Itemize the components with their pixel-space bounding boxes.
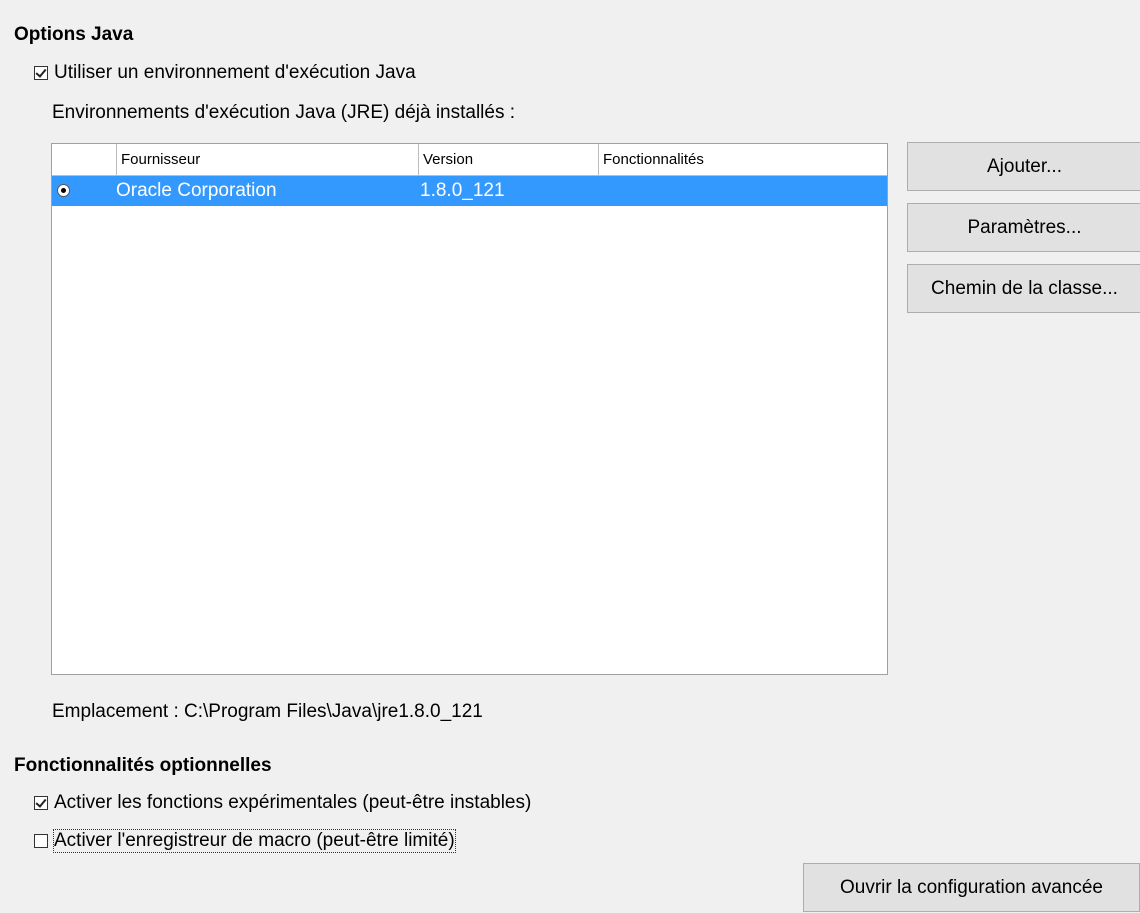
experimental-label[interactable]: Activer les fonctions expérimentales (pe… xyxy=(54,792,531,814)
use-jre-checkbox-row[interactable]: Utiliser un environnement d'exécution Ja… xyxy=(34,62,416,84)
table-row[interactable]: Oracle Corporation 1.8.0_121 xyxy=(52,176,887,206)
column-header-version[interactable]: Version xyxy=(418,144,598,175)
row-vendor: Oracle Corporation xyxy=(116,180,277,201)
row-version: 1.8.0_121 xyxy=(420,180,505,201)
experimental-checkbox-row[interactable]: Activer les fonctions expérimentales (pe… xyxy=(34,792,531,814)
macro-recorder-checkbox-row[interactable]: Activer l'enregistreur de macro (peut-êt… xyxy=(34,829,456,853)
add-button-label: Ajouter... xyxy=(987,155,1062,177)
location-label: Emplacement : C:\Program Files\Java\jre1… xyxy=(52,701,483,722)
column-header-vendor[interactable]: Fournisseur xyxy=(116,144,418,175)
installed-jre-label: Environnements d'exécution Java (JRE) dé… xyxy=(52,102,516,123)
column-header-select[interactable] xyxy=(52,144,116,175)
macro-recorder-label[interactable]: Activer l'enregistreur de macro (peut-êt… xyxy=(53,829,456,853)
java-options-panel: Options Java Utiliser un environnement d… xyxy=(0,0,1140,913)
column-header-features[interactable]: Fonctionnalités xyxy=(598,144,887,175)
use-jre-checkbox[interactable] xyxy=(34,66,48,80)
classpath-button-label: Chemin de la classe... xyxy=(931,277,1118,299)
add-button[interactable]: Ajouter... xyxy=(907,142,1140,191)
parameters-button[interactable]: Paramètres... xyxy=(907,203,1140,252)
classpath-button[interactable]: Chemin de la classe... xyxy=(907,264,1140,313)
jre-select-radio[interactable] xyxy=(57,184,70,197)
jre-list-header: Fournisseur Version Fonctionnalités xyxy=(52,144,887,176)
optional-features-title: Fonctionnalités optionnelles xyxy=(14,755,272,776)
expert-config-button-label: Ouvrir la configuration avancée xyxy=(840,876,1103,898)
row-features xyxy=(598,176,887,206)
jre-list[interactable]: Fournisseur Version Fonctionnalités Orac… xyxy=(51,143,888,675)
java-options-title: Options Java xyxy=(14,24,134,45)
macro-recorder-checkbox[interactable] xyxy=(34,834,48,848)
expert-config-button[interactable]: Ouvrir la configuration avancée xyxy=(803,863,1140,912)
experimental-checkbox[interactable] xyxy=(34,796,48,810)
parameters-button-label: Paramètres... xyxy=(967,216,1082,238)
use-jre-label[interactable]: Utiliser un environnement d'exécution Ja… xyxy=(54,62,416,84)
